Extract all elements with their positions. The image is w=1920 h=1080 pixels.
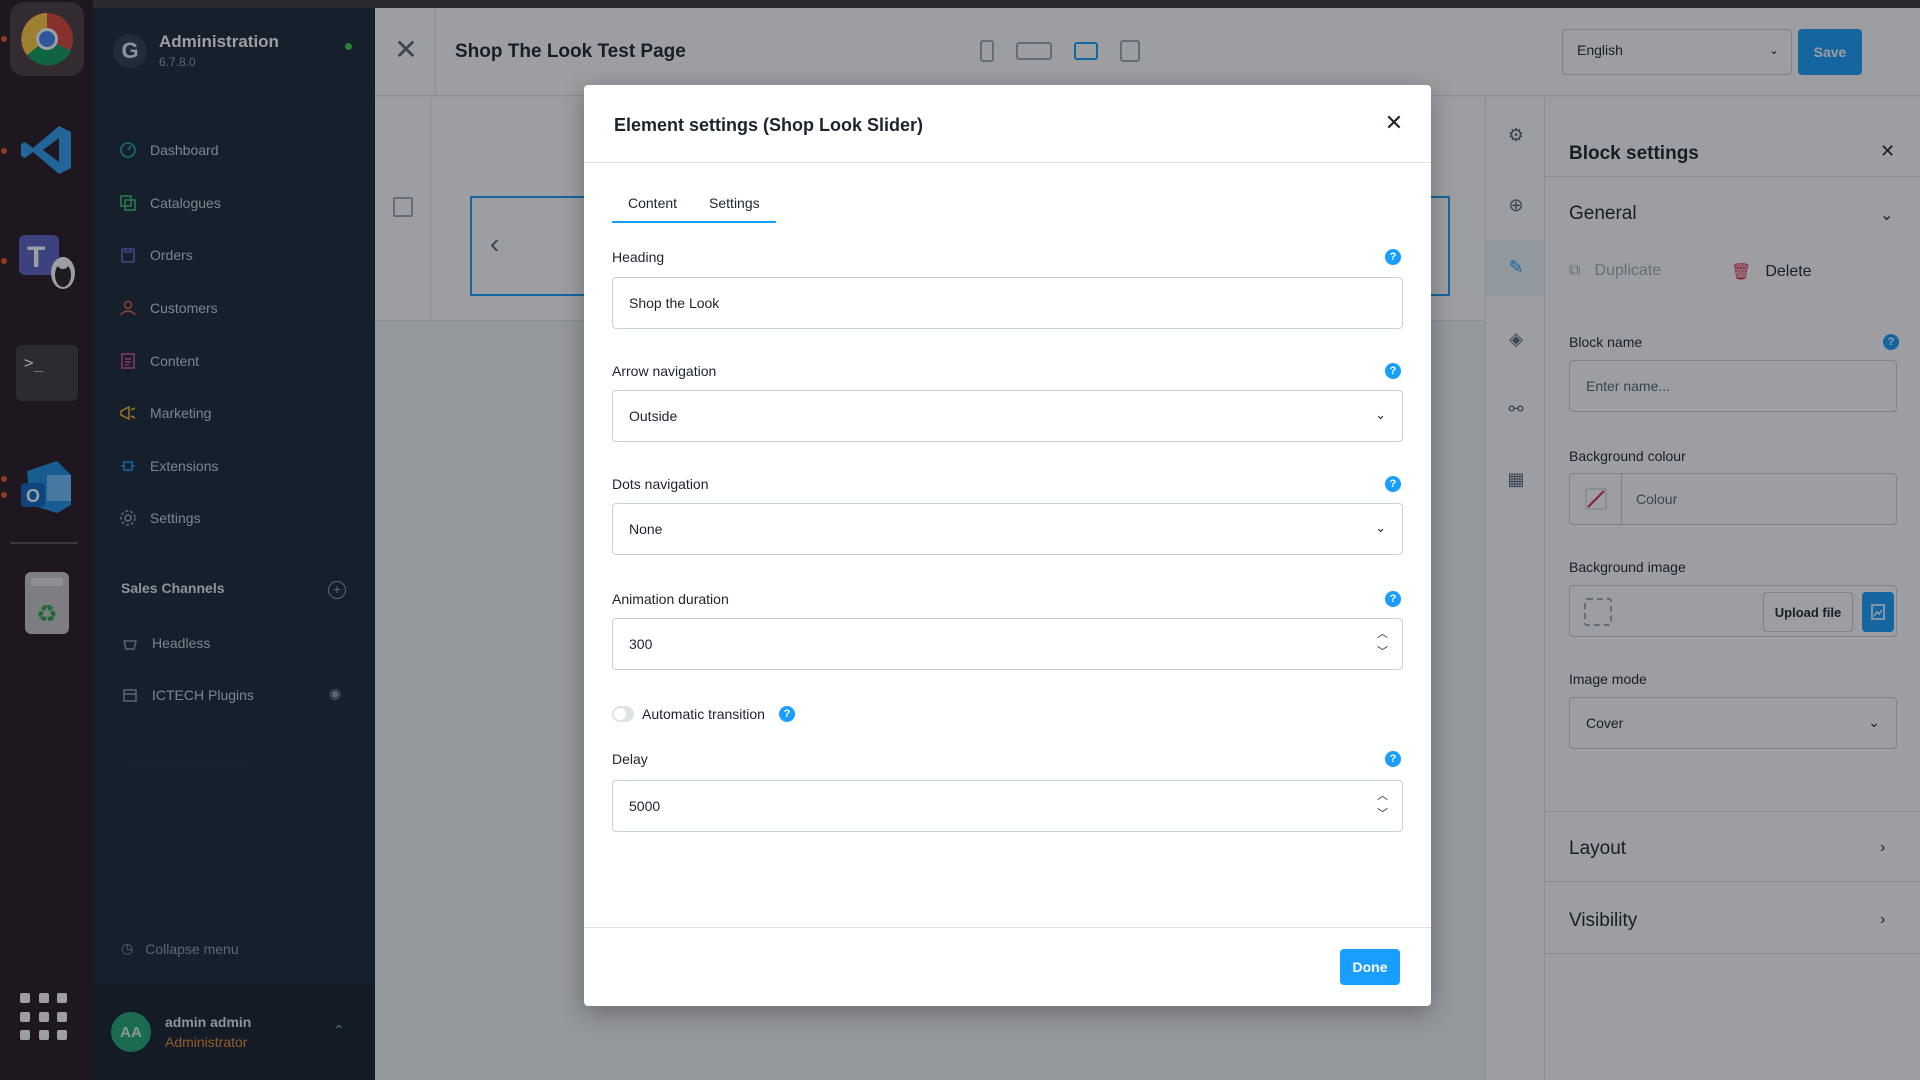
- done-button[interactable]: Done: [1340, 949, 1400, 985]
- heading-label: Heading: [612, 249, 665, 265]
- arrow-navigation-select[interactable]: Outside ⌄: [612, 390, 1403, 442]
- modal-tabs: Content Settings: [612, 195, 776, 223]
- modal-header: Element settings (Shop Look Slider) ✕: [584, 85, 1431, 163]
- arrow-navigation-value: Outside: [629, 408, 678, 424]
- chevron-down-icon: ⌄: [1375, 407, 1386, 422]
- info-icon[interactable]: ?: [1385, 363, 1401, 379]
- info-icon[interactable]: ?: [1385, 591, 1401, 607]
- automatic-transition-row: Automatic transition ?: [612, 706, 795, 722]
- element-settings-modal: Element settings (Shop Look Slider) ✕ Co…: [584, 85, 1431, 1006]
- chevron-down-icon: ⌄: [1375, 520, 1386, 535]
- delay-label: Delay: [612, 751, 648, 767]
- dots-navigation-select[interactable]: None ⌄: [612, 503, 1403, 555]
- info-icon[interactable]: ?: [778, 706, 795, 722]
- chevron-down-icon[interactable]: ﹀: [1377, 643, 1388, 661]
- arrow-navigation-label: Arrow navigation: [612, 363, 717, 379]
- animation-duration-input[interactable]: 300 ︿ ﹀: [612, 618, 1403, 670]
- modal-footer: Done: [584, 927, 1431, 1006]
- animation-duration-value: 300: [629, 636, 653, 652]
- delay-value: 5000: [629, 798, 661, 814]
- tab-settings[interactable]: Settings: [693, 195, 776, 221]
- delay-input[interactable]: 5000 ︿ ﹀: [612, 780, 1403, 832]
- tab-content[interactable]: Content: [612, 195, 693, 221]
- dots-navigation-value: None: [629, 521, 663, 537]
- heading-input[interactable]: Shop the Look: [612, 277, 1403, 329]
- automatic-transition-label: Automatic transition: [642, 706, 765, 722]
- close-icon[interactable]: ✕: [1380, 109, 1408, 137]
- number-stepper[interactable]: ︿ ﹀: [1377, 625, 1388, 661]
- info-icon[interactable]: ?: [1385, 249, 1401, 265]
- automatic-transition-toggle[interactable]: [612, 706, 634, 722]
- animation-duration-label: Animation duration: [612, 591, 729, 607]
- chevron-down-icon[interactable]: ﹀: [1377, 805, 1388, 823]
- chevron-up-icon[interactable]: ︿: [1377, 625, 1388, 643]
- dots-navigation-label: Dots navigation: [612, 476, 709, 492]
- info-icon[interactable]: ?: [1385, 476, 1401, 492]
- chevron-up-icon[interactable]: ︿: [1377, 787, 1388, 805]
- info-icon[interactable]: ?: [1385, 751, 1401, 767]
- number-stepper[interactable]: ︿ ﹀: [1377, 787, 1388, 823]
- modal-title: Element settings (Shop Look Slider): [614, 115, 924, 135]
